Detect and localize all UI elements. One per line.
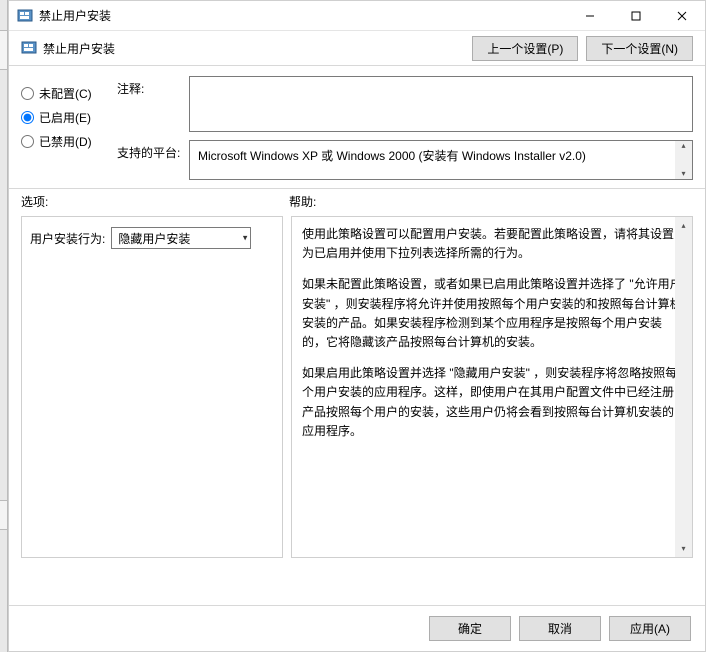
chevron-down-icon: ▾ <box>243 233 248 244</box>
window-title: 禁止用户安装 <box>39 7 111 24</box>
minimize-button[interactable] <box>567 1 613 31</box>
header-title: 禁止用户安装 <box>43 40 115 57</box>
scroll-down-icon: ▾ <box>681 169 685 179</box>
dropdown-selected-value: 隐藏用户安装 <box>118 230 190 247</box>
help-paragraph-3: 如果启用此策略设置并选择 "隐藏用户安装" ，则安装程序将忽略按照每个用户安装的… <box>302 364 682 441</box>
comment-label: 注释: <box>117 76 181 97</box>
options-section-label: 选项: <box>21 193 289 210</box>
supported-platform-box: Microsoft Windows XP 或 Windows 2000 (安装有… <box>189 140 693 180</box>
apply-button[interactable]: 应用(A) <box>609 616 691 641</box>
titlebar: 禁止用户安装 <box>9 1 705 31</box>
scroll-down-icon: ▾ <box>681 540 685 557</box>
maximize-button[interactable] <box>613 1 659 31</box>
platform-scrollbar[interactable]: ▴ ▾ <box>675 141 692 179</box>
supported-platform-text: Microsoft Windows XP 或 Windows 2000 (安装有… <box>198 149 586 163</box>
radio-enabled[interactable]: 已启用(E) <box>21 109 109 126</box>
user-install-behavior-dropdown[interactable]: 隐藏用户安装 ▾ <box>111 227 251 249</box>
ok-button[interactable]: 确定 <box>429 616 511 641</box>
help-panel: 使用此策略设置可以配置用户安装。若要配置此策略设置，请将其设置为已启用并使用下拉… <box>291 216 693 558</box>
cancel-button[interactable]: 取消 <box>519 616 601 641</box>
radio-disabled[interactable]: 已禁用(D) <box>21 133 109 150</box>
platform-label: 支持的平台: <box>117 140 181 161</box>
radio-disabled-input[interactable] <box>21 135 34 148</box>
radio-not-configured-input[interactable] <box>21 87 34 100</box>
scroll-up-icon: ▴ <box>681 141 685 151</box>
radio-enabled-input[interactable] <box>21 111 34 124</box>
scroll-up-icon: ▴ <box>681 217 685 234</box>
help-scrollbar[interactable]: ▴ ▾ <box>675 217 692 557</box>
previous-setting-button[interactable]: 上一个设置(P) <box>472 36 578 61</box>
options-panel: 用户安装行为: 隐藏用户安装 ▾ <box>21 216 283 558</box>
next-setting-button[interactable]: 下一个设置(N) <box>586 36 693 61</box>
help-section-label: 帮助: <box>289 193 316 210</box>
app-icon <box>17 8 33 24</box>
close-button[interactable] <box>659 1 705 31</box>
comment-textarea[interactable] <box>189 76 693 132</box>
radio-not-configured[interactable]: 未配置(C) <box>21 85 109 102</box>
policy-icon <box>21 40 37 56</box>
help-paragraph-2: 如果未配置此策略设置，或者如果已启用此策略设置并选择了 "允许用户安装" ，则安… <box>302 275 682 352</box>
help-paragraph-1: 使用此策略设置可以配置用户安装。若要配置此策略设置，请将其设置为已启用并使用下拉… <box>302 225 682 263</box>
user-install-behavior-label: 用户安装行为: <box>30 227 105 247</box>
